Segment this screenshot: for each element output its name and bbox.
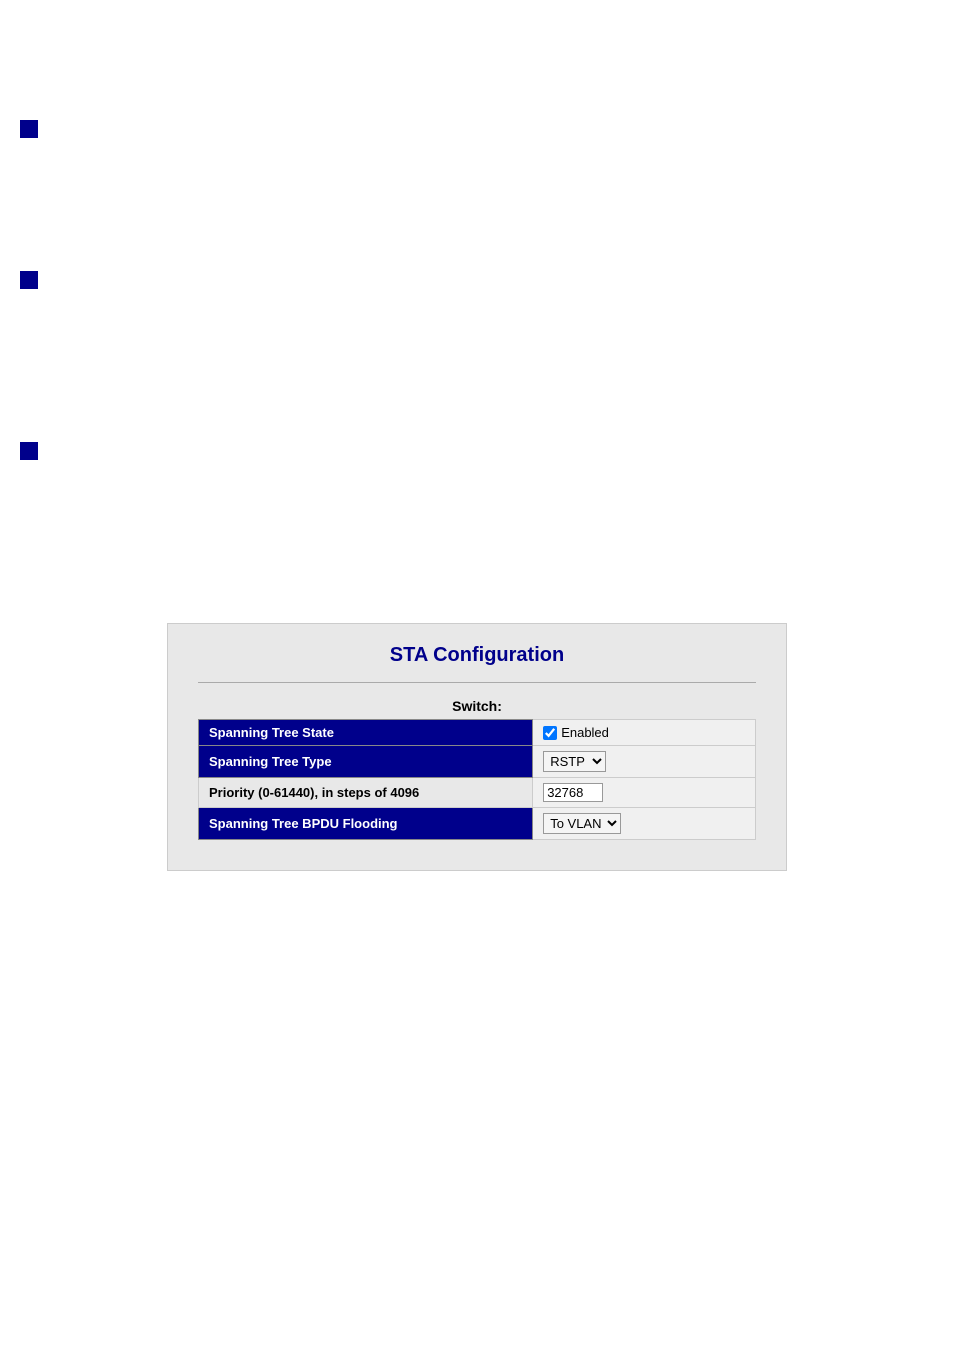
spanning-tree-state-label: Spanning Tree State	[199, 720, 533, 746]
section-2	[20, 241, 934, 382]
section-3	[20, 412, 934, 573]
blue-square-1	[20, 120, 38, 138]
bpdu-flooding-value: To VLAN Flood Discard	[533, 808, 756, 840]
sta-panel: STA Configuration Switch: Spanning Tree …	[167, 623, 787, 871]
spanning-tree-type-value: RSTP STP MSTP	[533, 746, 756, 778]
table-row: Spanning Tree BPDU Flooding To VLAN Floo…	[199, 808, 756, 840]
table-row: Spanning Tree Type RSTP STP MSTP	[199, 746, 756, 778]
section-1	[20, 30, 934, 211]
priority-label: Priority (0-61440), in steps of 4096	[199, 778, 533, 808]
spanning-tree-type-select[interactable]: RSTP STP MSTP	[543, 751, 606, 772]
bpdu-flooding-select[interactable]: To VLAN Flood Discard	[543, 813, 621, 834]
table-row: Spanning Tree State Enabled	[199, 720, 756, 746]
priority-input[interactable]	[543, 783, 603, 802]
spanning-tree-state-value: Enabled	[533, 720, 756, 746]
spanning-tree-type-label: Spanning Tree Type	[199, 746, 533, 778]
table-row: Priority (0-61440), in steps of 4096	[199, 778, 756, 808]
spanning-tree-state-checkbox[interactable]	[543, 726, 557, 740]
priority-value	[533, 778, 756, 808]
bpdu-flooding-label: Spanning Tree BPDU Flooding	[199, 808, 533, 840]
sta-table: Spanning Tree State Enabled Spanning Tre…	[198, 719, 756, 840]
enabled-checkbox-container: Enabled	[543, 725, 745, 740]
switch-label: Switch:	[198, 698, 756, 714]
sta-divider	[198, 682, 756, 683]
sta-panel-wrapper: STA Configuration Switch: Spanning Tree …	[20, 613, 934, 881]
blue-square-2	[20, 271, 38, 289]
blue-square-3	[20, 442, 38, 460]
page-container: STA Configuration Switch: Spanning Tree …	[0, 0, 954, 1350]
enabled-label: Enabled	[561, 725, 609, 740]
sta-panel-title: STA Configuration	[198, 644, 756, 667]
